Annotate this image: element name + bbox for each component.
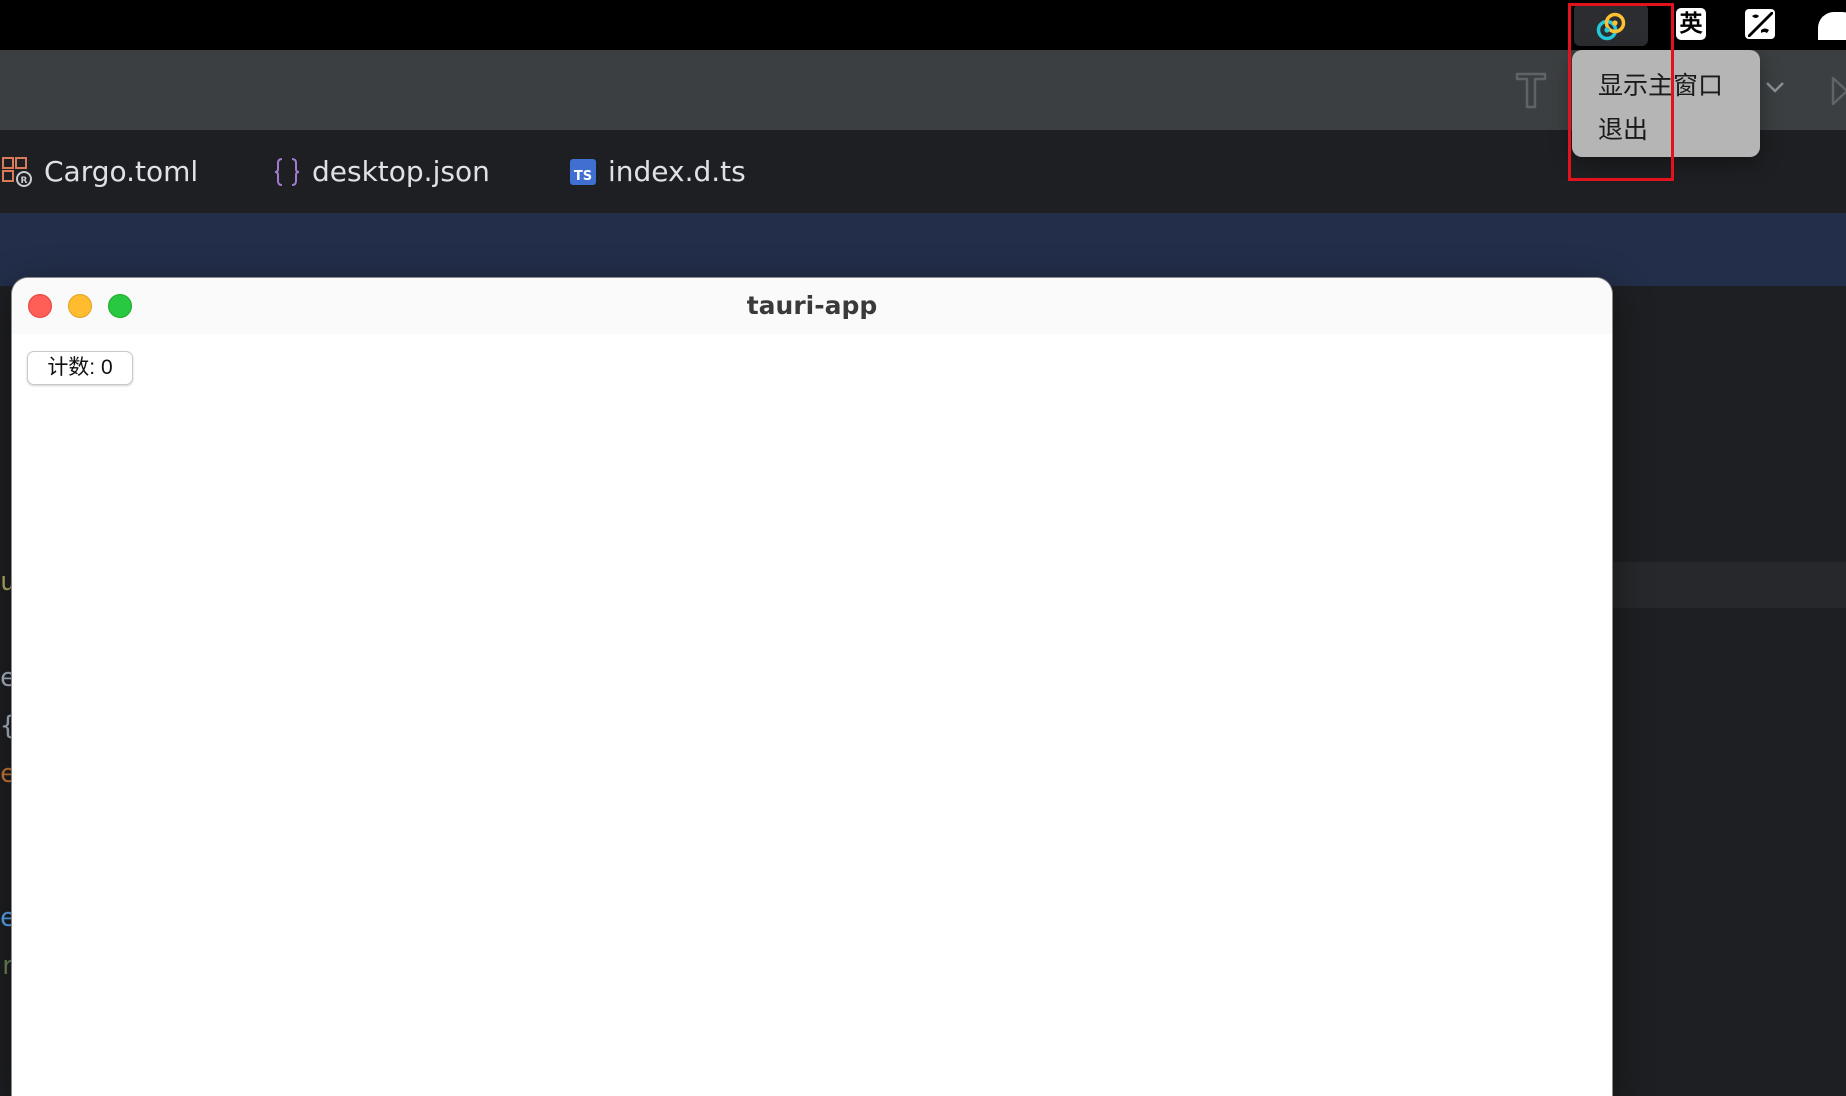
build-hammer-icon[interactable] (1514, 68, 1548, 112)
tauri-app-window: tauri-app 计数: 0 (12, 278, 1612, 1096)
cargo-file-icon: R (2, 156, 32, 187)
window-content: 计数: 0 (12, 334, 1612, 1096)
tab-desktop-json[interactable]: desktop.json (274, 130, 490, 213)
annotation-highlight-box (1568, 3, 1674, 181)
input-method-icon[interactable]: 英 (1676, 8, 1706, 40)
network-tray-icon[interactable] (1744, 8, 1776, 40)
tab-label: Cargo.toml (44, 155, 199, 188)
window-titlebar[interactable]: tauri-app (12, 278, 1612, 334)
cloud-tray-icon[interactable] (1818, 12, 1846, 40)
typescript-file-icon: TS (570, 158, 596, 185)
editor-current-line (1612, 562, 1846, 608)
run-icon[interactable] (1830, 74, 1846, 108)
tab-index-d-ts[interactable]: TS index.d.ts (570, 130, 746, 213)
counter-button[interactable]: 计数: 0 (27, 351, 133, 385)
chevron-down-icon[interactable] (1764, 80, 1786, 94)
window-title: tauri-app (746, 291, 878, 320)
editor-highlight-band (0, 213, 1846, 286)
tab-cargo-toml[interactable]: R Cargo.toml (2, 130, 198, 213)
json-braces-icon (274, 157, 300, 187)
tab-label: desktop.json (312, 155, 490, 188)
svg-text:R: R (21, 176, 28, 186)
tab-label: index.d.ts (608, 155, 746, 188)
